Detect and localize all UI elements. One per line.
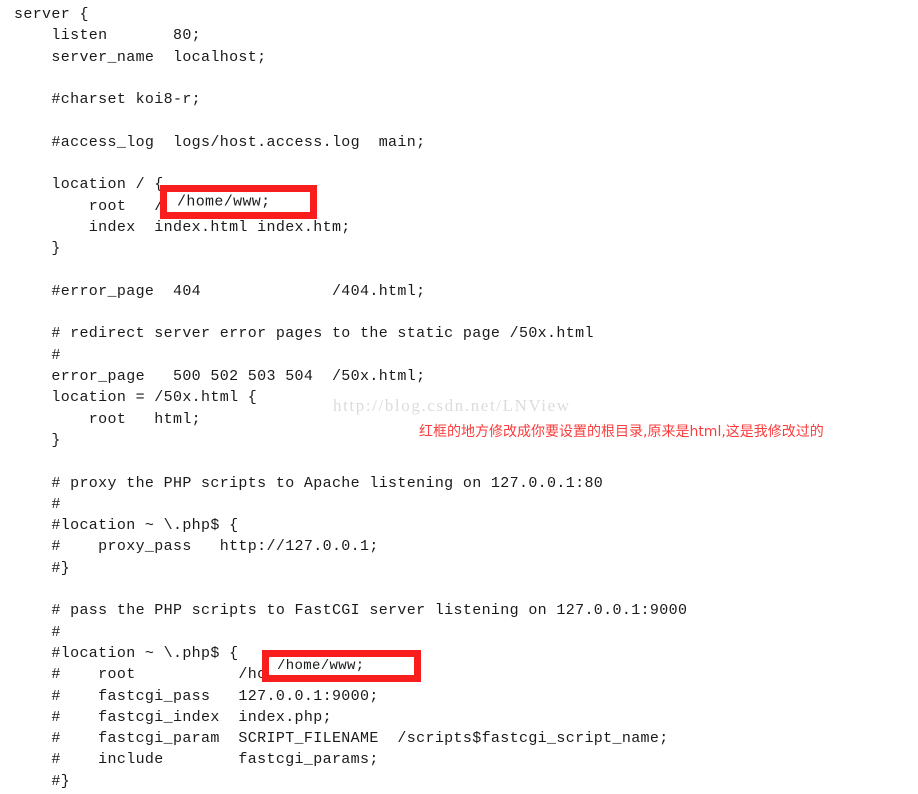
code-line: # proxy_pass http://127.0.0.1;: [14, 538, 379, 556]
code-line: #}: [14, 772, 71, 790]
code-line: index index.html index.htm;: [14, 218, 351, 236]
code-line: # fastcgi_pass 127.0.0.1:9000;: [14, 687, 379, 705]
code-line: #error_page 404 /404.html;: [14, 282, 426, 300]
code-line: # include fastcgi_params;: [14, 751, 379, 769]
code-line: }: [14, 240, 61, 258]
code-line: # proxy the PHP scripts to Apache listen…: [14, 474, 604, 492]
highlight-box-root-fastcgi-text: /home/www;: [277, 658, 365, 674]
chinese-annotation-note: 红框的地方修改成你要设置的根目录,原来是html,这是我修改过的: [419, 424, 824, 440]
highlight-box-root-main-text: /home/www;: [177, 193, 271, 211]
code-line: server_name localhost;: [14, 48, 267, 66]
highlight-box-root-fastcgi: /home/www;: [262, 650, 421, 682]
code-line: #: [14, 495, 61, 513]
code-line: #: [14, 346, 61, 364]
code-line: # root /home/www;: [14, 666, 332, 684]
highlight-box-root-main: /home/www;: [160, 185, 317, 219]
code-line: # redirect server error pages to the sta…: [14, 325, 594, 343]
code-line: #access_log logs/host.access.log main;: [14, 133, 426, 151]
code-line: # pass the PHP scripts to FastCGI server…: [14, 602, 688, 620]
code-line: #location ~ \.php$ {: [14, 644, 239, 662]
code-line: #charset koi8-r;: [14, 91, 202, 109]
csdn-blog-watermark: http://blog.csdn.net/LNView: [333, 396, 571, 415]
screenshot-canvas: server { listen 80; server_name localhos…: [0, 0, 918, 794]
code-line: #: [14, 623, 61, 641]
code-line: listen 80;: [14, 27, 202, 45]
code-line: error_page 500 502 503 504 /50x.html;: [14, 368, 426, 386]
code-line: #}: [14, 559, 71, 577]
code-line: #location ~ \.php$ {: [14, 517, 239, 535]
code-line: # fastcgi_param SCRIPT_FILENAME /scripts…: [14, 730, 669, 748]
code-line: root /home/www;: [14, 197, 248, 215]
code-line: # fastcgi_index index.php;: [14, 708, 332, 726]
code-line: location / {: [14, 176, 164, 194]
code-line: server {: [14, 6, 89, 23]
